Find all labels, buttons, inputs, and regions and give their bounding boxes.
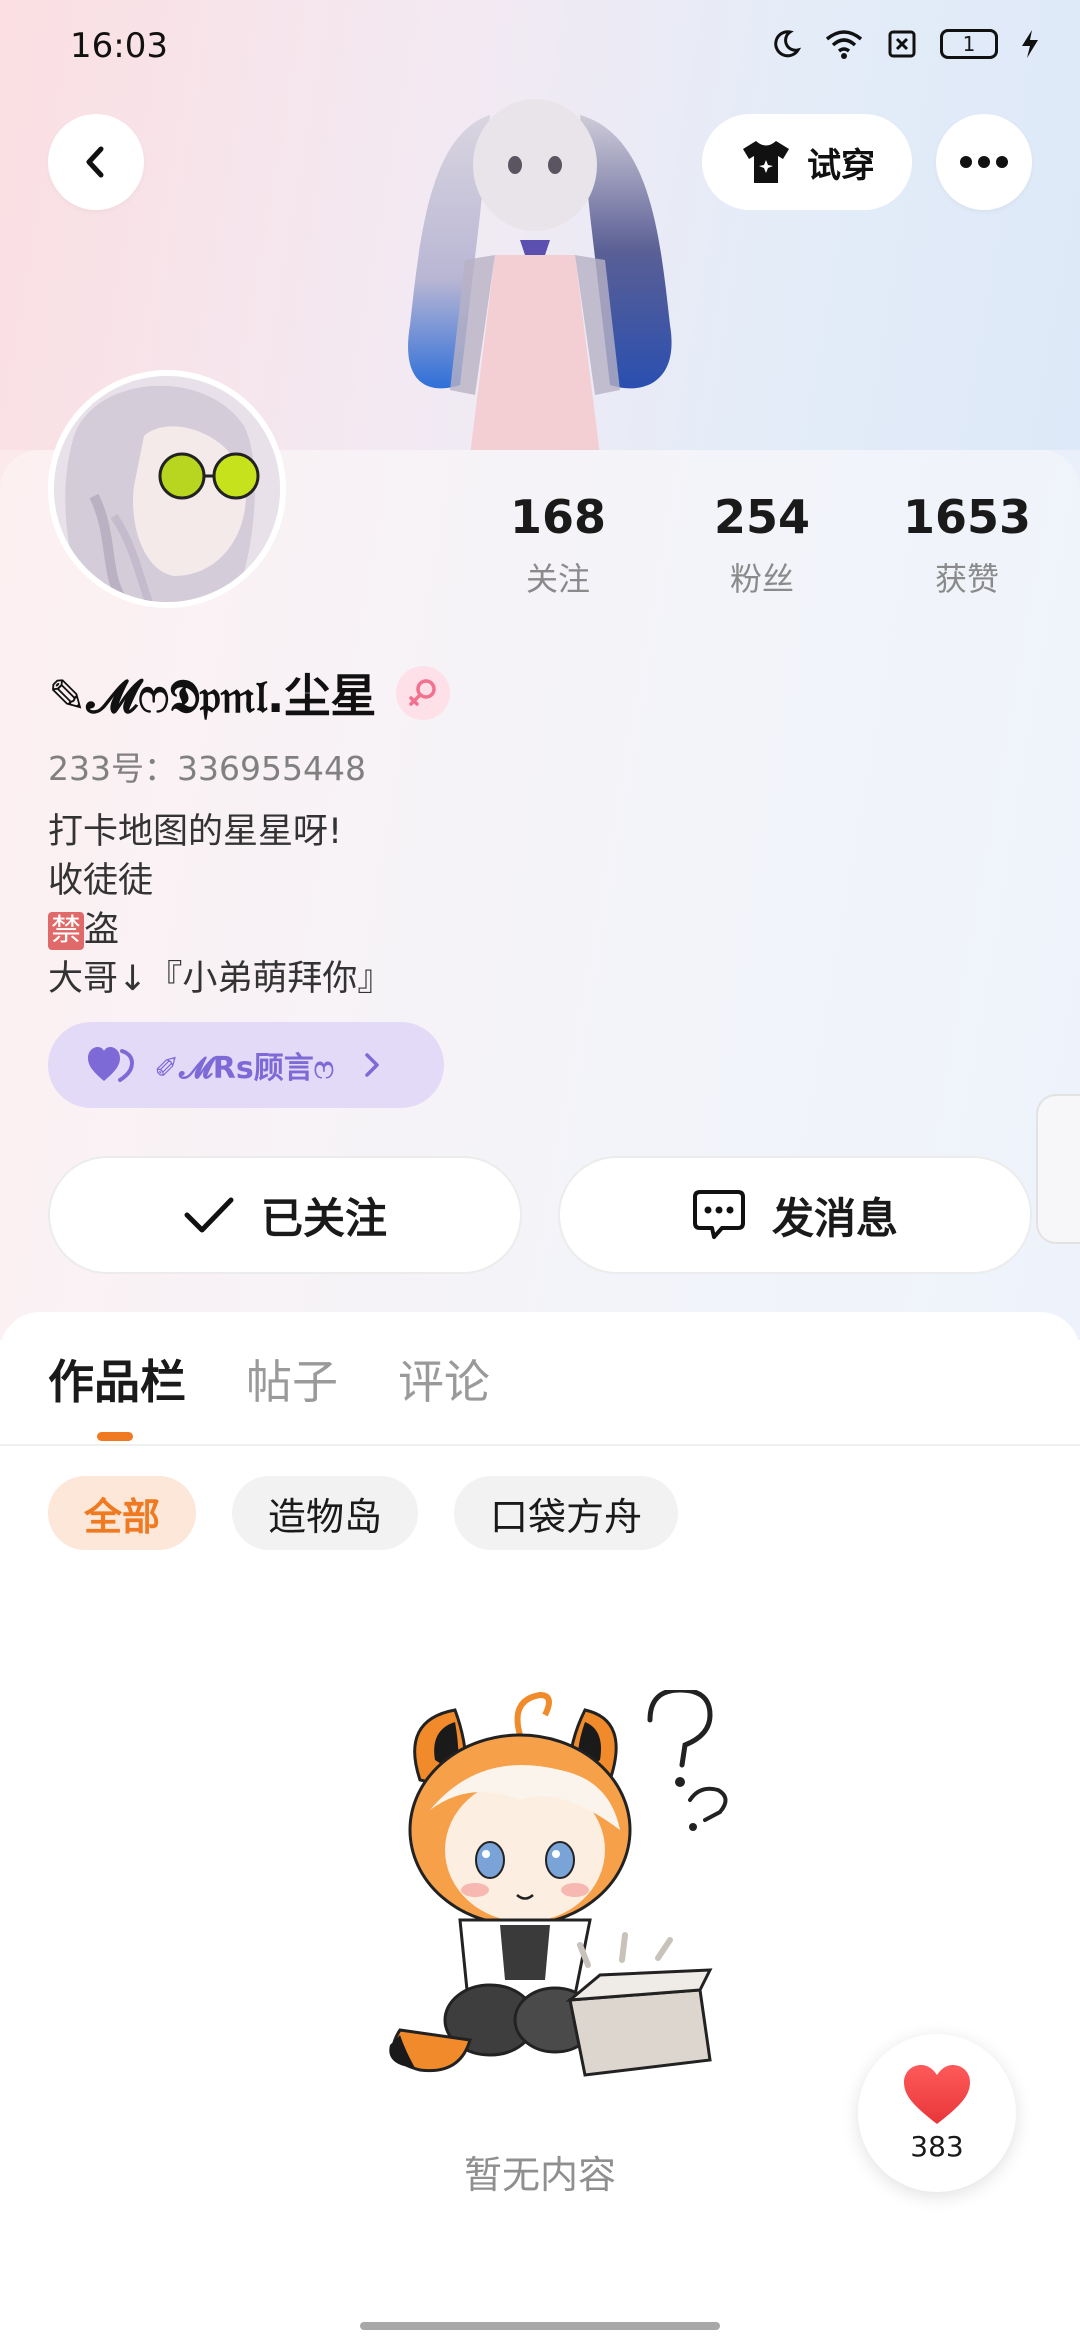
message-label: 发消息 (771, 1193, 898, 1243)
home-indicator[interactable] (360, 2322, 720, 2330)
tab-works[interactable]: 作品栏 (48, 1346, 186, 1412)
tab-posts[interactable]: 帖子 (246, 1346, 338, 1412)
stat-followers-value: 254 (713, 490, 811, 544)
status-time: 16:03 (70, 26, 168, 66)
nickname: ✎𝓜ෆ𝕯𝔭𝔪𝔩.尘星 (48, 669, 377, 723)
filter-chips: 全部 造物岛 口袋方舟 (48, 1476, 679, 1550)
filter-creation-island[interactable]: 造物岛 (232, 1476, 419, 1550)
status-icons: 1 (770, 28, 1040, 60)
stat-likes-value: 1653 (902, 490, 1032, 544)
empty-state-illustration (389, 1690, 728, 2077)
check-icon (184, 1197, 234, 1233)
like-count: 383 (910, 2129, 964, 2163)
stat-likes[interactable]: 1653 获赞 (882, 490, 1052, 600)
like-button[interactable]: 383 (858, 2034, 1016, 2192)
forbidden-tag: 禁 (48, 912, 84, 950)
side-drawer-handle[interactable] (1036, 1094, 1080, 1244)
tshirt-icon (743, 141, 789, 183)
bio-line: 禁盗 (48, 906, 392, 955)
stat-followers-label: 粉丝 (729, 560, 794, 598)
stat-following-value: 168 (509, 490, 607, 544)
sim-blocked-icon (888, 30, 916, 58)
heart-icon (904, 2064, 970, 2124)
banner-avatar-figure (408, 99, 672, 450)
content-tabs: 作品栏 帖子 评论 (48, 1346, 490, 1412)
stat-following-label: 关注 (525, 560, 590, 598)
more-button[interactable] (936, 114, 1032, 210)
back-button[interactable] (48, 114, 144, 210)
female-gender-icon (396, 666, 451, 720)
relation-chip[interactable]: ✐𝓜Rs顾言ෆ (48, 1022, 444, 1108)
tab-indicator (97, 1432, 133, 1441)
bio: 打卡地图的星星呀! 收徒徒 禁盗 大哥↓『小弟萌拜你』 (48, 808, 392, 1004)
chevron-right-icon (365, 1053, 379, 1077)
try-on-label: 试穿 (807, 145, 875, 186)
moon-icon (774, 30, 802, 58)
status-bar: 16:03 1 (0, 0, 1080, 96)
bio-line: 打卡地图的星星呀! (48, 812, 343, 852)
more-icon (960, 156, 1008, 168)
bio-line: 大哥↓『小弟萌拜你』 (48, 959, 393, 999)
nickname-row: ✎𝓜ෆ𝕯𝔭𝔪𝔩.尘星 (48, 660, 451, 726)
stat-likes-label: 获赞 (934, 560, 999, 598)
user-id: 233号：336955448 (48, 749, 366, 788)
stat-followers[interactable]: 254 粉丝 (677, 490, 847, 600)
relation-name: ✐𝓜Rs顾言ෆ (154, 1051, 335, 1086)
avatar-image (54, 376, 280, 602)
tab-divider (0, 1444, 1080, 1446)
bio-line: 收徒徒 (48, 861, 154, 901)
double-heart-icon (88, 1047, 135, 1082)
avatar[interactable] (48, 370, 286, 608)
back-icon (86, 146, 104, 178)
following-button[interactable]: 已关注 (48, 1156, 522, 1274)
message-button[interactable]: 发消息 (558, 1156, 1032, 1274)
chat-bubble-icon (692, 1190, 745, 1239)
battery-icon: 1 (940, 29, 998, 59)
bio-line-text: 盗 (84, 910, 120, 950)
filter-all[interactable]: 全部 (48, 1476, 197, 1550)
try-on-button[interactable]: 试穿 (702, 114, 912, 210)
wifi-icon (825, 30, 863, 59)
filter-pocket-ark[interactable]: 口袋方舟 (454, 1476, 679, 1550)
tab-comments[interactable]: 评论 (398, 1346, 490, 1412)
charging-icon (1022, 30, 1038, 58)
stat-following[interactable]: 168 关注 (473, 490, 643, 600)
battery-level: 1 (962, 32, 976, 56)
following-label: 已关注 (260, 1193, 387, 1243)
